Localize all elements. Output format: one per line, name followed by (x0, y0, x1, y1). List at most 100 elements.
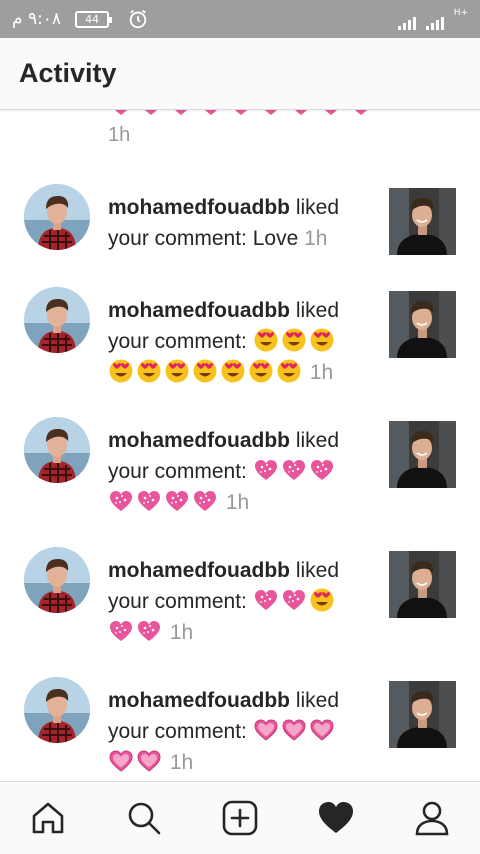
post-thumbnail[interactable] (389, 681, 456, 748)
notification-item[interactable]: mohamedfouadbb liked your comment: 1h (0, 417, 480, 537)
timestamp: 1h (225, 491, 250, 514)
emoji-line-2 (108, 491, 220, 514)
post-thumbnail[interactable] (389, 188, 456, 255)
signal-bars-icon (425, 17, 444, 30)
action-text: liked (295, 429, 340, 452)
emoji-line-1 (253, 328, 337, 353)
notification-text: mohamedfouadbb liked your comment: 1h (108, 425, 368, 518)
username[interactable]: mohamedfouadbb (108, 559, 290, 582)
comment-text: your comment: Love (108, 227, 299, 250)
post-thumbnail[interactable] (389, 421, 456, 488)
sparkle-heart-emoji-icon (325, 110, 337, 115)
timestamp: 1h (304, 227, 328, 250)
user-avatar[interactable] (24, 184, 90, 250)
action-text: liked (295, 559, 340, 582)
search-icon (128, 802, 161, 835)
comment-text: your comment: (108, 590, 247, 613)
sparkle-heart-emoji-icon (282, 590, 305, 610)
sparkle-heart-emoji-icon (235, 110, 247, 115)
alarm-clock-icon (129, 9, 147, 29)
sparkle-heart-emoji-icon (310, 460, 333, 480)
comment-text: your comment: (108, 460, 247, 483)
emoji-line-2 (108, 359, 304, 384)
pink-heart-emoji-icon (137, 750, 161, 772)
profile-icon (415, 801, 449, 836)
user-avatar[interactable] (24, 417, 90, 483)
partial-notification[interactable]: 1h (108, 110, 388, 147)
heart-eyes-emoji-icon (254, 328, 278, 352)
notification-item[interactable]: mohamedfouadbb liked your comment: 1h (0, 547, 480, 667)
heart-eyes-emoji-icon (109, 359, 133, 383)
heart-eyes-emoji-icon (249, 359, 273, 383)
page-title: Activity (19, 58, 117, 88)
sparkle-heart-emoji-icon (355, 110, 367, 115)
username[interactable]: mohamedfouadbb (108, 299, 290, 322)
sparkle-heart-emoji-icon (110, 491, 132, 511)
sparkle-heart-emoji-icon (166, 491, 188, 511)
emoji-line-2 (108, 750, 164, 774)
signal-indicator: H+ (397, 8, 468, 30)
username[interactable]: mohamedfouadbb (108, 429, 290, 452)
notification-item[interactable]: mohamedfouadbb liked your comment: 1h (0, 287, 480, 407)
sparkle-heart-emoji-icon (138, 491, 160, 511)
heart-eyes-emoji-icon (310, 328, 334, 352)
nav-home[interactable] (24, 794, 72, 842)
nav-search[interactable] (120, 794, 168, 842)
sparkle-heart-emoji-icon (295, 110, 307, 115)
heart-eyes-emoji-icon (277, 359, 301, 383)
status-time: ٩:٠٨ م (12, 9, 62, 29)
sparkle-heart-emoji-icon (254, 590, 277, 610)
signal-bars-icon (397, 17, 416, 30)
emoji-line-1 (253, 588, 337, 613)
notification-text: mohamedfouadbb liked your comment: Love … (108, 192, 368, 254)
timestamp: 1h (309, 361, 334, 384)
sparkle-heart-emoji-icon (175, 110, 187, 115)
sparkle-heart-emoji-icon (205, 110, 217, 115)
sparkle-heart-emoji-icon (145, 110, 157, 115)
sparkle-heart-emoji-icon (254, 460, 277, 480)
emoji-line-2 (108, 621, 164, 644)
network-type: H+ (453, 8, 468, 18)
emoji-line-1 (253, 719, 337, 743)
pink-heart-emoji-icon (254, 719, 278, 741)
heart-eyes-emoji-icon (221, 359, 245, 383)
sparkle-heart-emoji-icon (265, 110, 277, 115)
activity-header: Activity (0, 38, 480, 110)
battery-icon: 44 (75, 10, 113, 28)
nav-new-post[interactable] (216, 794, 264, 842)
comment-text: your comment: (108, 720, 247, 743)
partial-timestamp: 1h (108, 124, 131, 146)
sparkle-heart-emoji-icon (110, 621, 132, 641)
sparkle-heart-emoji-icon (115, 110, 127, 115)
heart-eyes-emoji-icon (165, 359, 189, 383)
home-icon (32, 802, 64, 834)
post-thumbnail[interactable] (389, 291, 456, 358)
comment-text: your comment: (108, 330, 247, 353)
post-thumbnail[interactable] (389, 551, 456, 618)
pink-heart-emoji-icon (282, 719, 306, 741)
timestamp: 1h (169, 751, 194, 774)
username[interactable]: mohamedfouadbb (108, 196, 290, 219)
action-text: liked (295, 299, 340, 322)
nav-profile[interactable] (408, 794, 456, 842)
user-avatar[interactable] (24, 677, 90, 743)
heart-eyes-emoji-icon (137, 359, 161, 383)
nav-activity[interactable] (312, 794, 360, 842)
heart-eyes-emoji-icon (310, 588, 334, 612)
username[interactable]: mohamedfouadbb (108, 689, 290, 712)
battery-level: 44 (85, 12, 100, 26)
notification-item[interactable]: mohamedfouadbb liked your comment: 1h (0, 677, 480, 781)
sparkle-heart-emoji-icon (138, 621, 160, 641)
activity-heart-icon (319, 802, 353, 833)
activity-feed[interactable]: 1h mohamedfouadbb liked your comment: Lo… (0, 110, 480, 781)
sparkle-heart-emoji-icon (282, 460, 305, 480)
user-avatar[interactable] (24, 287, 90, 353)
partial-emoji-line (108, 110, 388, 118)
status-bar: ٩:٠٨ م 44 H+ (0, 0, 480, 38)
notification-item[interactable]: mohamedfouadbb liked your comment: Love … (0, 184, 480, 304)
pink-heart-emoji-icon (310, 719, 334, 741)
user-avatar[interactable] (24, 547, 90, 613)
notification-text: mohamedfouadbb liked your comment: 1h (108, 295, 368, 388)
action-text: liked (295, 689, 340, 712)
new-post-icon (222, 800, 258, 836)
